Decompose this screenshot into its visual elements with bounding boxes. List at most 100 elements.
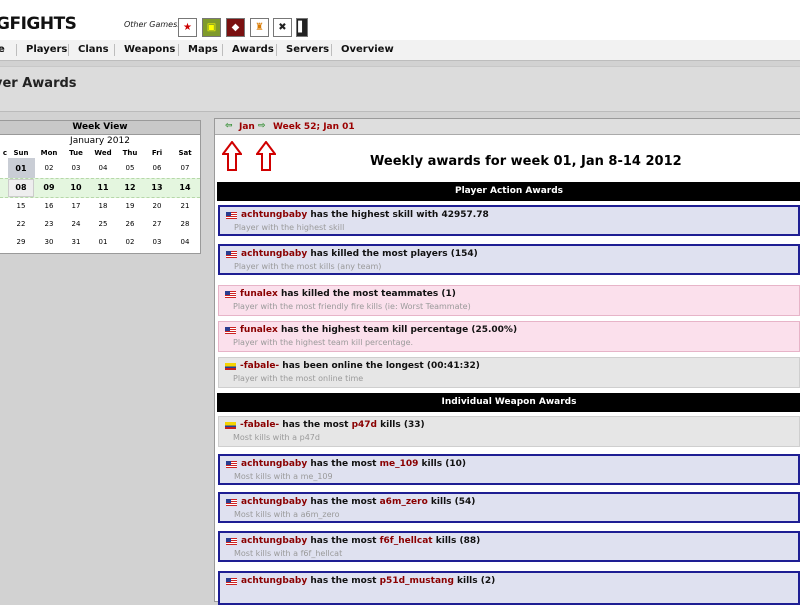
other-games-label: Other Games: xyxy=(124,20,180,29)
calendar-day[interactable]: 30 xyxy=(36,238,62,246)
nav-home[interactable]: e xyxy=(0,44,5,55)
calendar-day[interactable]: 17 xyxy=(63,202,89,210)
calendar-day[interactable]: 18 xyxy=(90,202,116,210)
calendar-day[interactable]: 02 xyxy=(117,238,143,246)
award-description: kills (33) xyxy=(377,420,425,430)
calendar-day[interactable]: 24 xyxy=(63,220,89,228)
award-subtitle: Most kills with a me_109 xyxy=(234,472,333,481)
calendar-day[interactable]: 27 xyxy=(144,220,170,228)
nav-clans[interactable]: Clans xyxy=(78,44,109,55)
award-row: funalex has the highest team kill percen… xyxy=(218,321,800,352)
calendar-month: January 2012 xyxy=(70,136,130,146)
calendar-day[interactable]: 10 xyxy=(63,183,89,192)
prev-week-link[interactable]: Jan xyxy=(239,122,255,132)
calendar-day[interactable]: 04 xyxy=(90,164,116,172)
calendar-day[interactable]: 19 xyxy=(117,202,143,210)
player-link[interactable]: achtungbaby xyxy=(241,576,307,586)
calendar-week-row[interactable]: 15 16 17 18 19 20 21 xyxy=(0,196,200,216)
weapon-link[interactable]: p47d xyxy=(352,420,377,430)
calendar-day[interactable]: 02 xyxy=(36,164,62,172)
us-flag-icon xyxy=(226,499,237,506)
award-subtitle: Player with the most friendly fire kills… xyxy=(233,302,471,311)
nav-overview[interactable]: Overview xyxy=(341,44,394,55)
nav-divider xyxy=(114,44,115,56)
calendar-week-row[interactable]: 01 02 03 04 05 06 07 xyxy=(0,158,200,178)
player-link[interactable]: achtungbaby xyxy=(241,210,307,220)
calendar-day[interactable]: 23 xyxy=(36,220,62,228)
weapon-link[interactable]: a6m_zero xyxy=(380,497,428,507)
us-flag-icon xyxy=(225,291,236,298)
calendar-day[interactable]: 16 xyxy=(36,202,62,210)
award-subtitle: Player with the highest team kill percen… xyxy=(233,338,414,347)
calendar-day[interactable]: 29 xyxy=(8,238,34,246)
award-subtitle: Most kills with a a6m_zero xyxy=(234,510,340,519)
star-game-icon[interactable]: ★ xyxy=(178,18,197,37)
calendar-day[interactable]: 13 xyxy=(144,183,170,192)
calendar-day[interactable]: 21 xyxy=(172,202,198,210)
calendar-day[interactable]: 22 xyxy=(8,220,34,228)
day-name: Thu xyxy=(122,149,138,157)
award-description: has the highest skill with 42957.78 xyxy=(307,210,489,220)
player-link[interactable]: -fabale- xyxy=(240,361,279,371)
calendar-day[interactable]: 01 xyxy=(8,164,34,173)
award-row: -fabale- has been online the longest (00… xyxy=(218,357,800,388)
title-band xyxy=(0,66,800,112)
player-link[interactable]: achtungbaby xyxy=(241,249,307,259)
calendar-day[interactable]: 03 xyxy=(144,238,170,246)
player-link[interactable]: achtungbaby xyxy=(241,536,307,546)
weapon-link[interactable]: me_109 xyxy=(380,459,419,469)
colombia-flag-icon xyxy=(225,363,236,370)
award-text: achtungbaby has killed the most players … xyxy=(241,249,478,259)
calendar-day[interactable]: 08 xyxy=(8,183,34,192)
player-link[interactable]: achtungbaby xyxy=(241,497,307,507)
calendar-week-row[interactable]: 22 23 24 25 26 27 28 xyxy=(0,214,200,234)
calendar-current-week-row[interactable]: 08 09 10 11 12 13 14 xyxy=(0,178,200,198)
helmet-game-icon[interactable]: ♜ xyxy=(250,18,269,37)
calendar-day[interactable]: 20 xyxy=(144,202,170,210)
main-nav: e Players Clans Weapons Maps Awards Serv… xyxy=(0,40,800,61)
nav-awards[interactable]: Awards xyxy=(232,44,274,55)
prev-arrow-icon[interactable]: ⇦ xyxy=(225,121,233,131)
calendar-day[interactable]: 04 xyxy=(172,238,198,246)
calendar-day[interactable]: 11 xyxy=(90,183,116,192)
calendar-day[interactable]: 07 xyxy=(172,164,198,172)
calendar-day[interactable]: 01 xyxy=(90,238,116,246)
award-text: funalex has the highest team kill percen… xyxy=(240,325,517,335)
calendar-week-row[interactable]: 29 30 31 01 02 03 04 xyxy=(0,232,200,252)
award-text: achtungbaby has the most p51d_mustang ki… xyxy=(241,576,495,586)
tank-game-icon[interactable]: ▣ xyxy=(202,18,221,37)
award-subtitle: Player with the highest skill xyxy=(234,223,345,232)
nav-players[interactable]: Players xyxy=(26,44,67,55)
award-description: has the most xyxy=(279,420,352,430)
player-link[interactable]: -fabale- xyxy=(240,420,279,430)
player-link[interactable]: achtungbaby xyxy=(241,459,307,469)
next-week-link[interactable]: Week 52; Jan 01 xyxy=(273,122,355,132)
soldier-game-icon[interactable]: ✖ xyxy=(273,18,292,37)
weapon-link[interactable]: f6f_hellcat xyxy=(380,536,433,546)
calendar-day[interactable]: 09 xyxy=(36,183,62,192)
calendar-day[interactable]: 03 xyxy=(63,164,89,172)
calendar-day[interactable]: 14 xyxy=(172,183,198,192)
weapon-link[interactable]: p51d_mustang xyxy=(380,576,454,586)
day-name: Tue xyxy=(69,149,83,157)
nav-weapons[interactable]: Weapons xyxy=(124,44,175,55)
calendar-day[interactable]: 05 xyxy=(117,164,143,172)
section-header: Individual Weapon Awards xyxy=(217,393,800,412)
calendar-day[interactable]: 26 xyxy=(117,220,143,228)
player-link[interactable]: funalex xyxy=(240,289,278,299)
calendar-day[interactable]: 12 xyxy=(117,183,143,192)
figure-game-icon[interactable]: ▌ xyxy=(296,18,308,37)
red-game-icon[interactable]: ◆ xyxy=(226,18,245,37)
player-link[interactable]: funalex xyxy=(240,325,278,335)
calendar-day[interactable]: 31 xyxy=(63,238,89,246)
site-logo[interactable]: GFIGHTS xyxy=(0,14,77,34)
calendar-day[interactable]: 06 xyxy=(144,164,170,172)
calendar-day[interactable]: 28 xyxy=(172,220,198,228)
nav-servers[interactable]: Servers xyxy=(286,44,329,55)
us-flag-icon xyxy=(226,461,237,468)
calendar-day[interactable]: 25 xyxy=(90,220,116,228)
day-name: Wed xyxy=(94,149,112,157)
calendar-day[interactable]: 15 xyxy=(8,202,34,210)
nav-maps[interactable]: Maps xyxy=(188,44,218,55)
next-arrow-icon[interactable]: ⇨ xyxy=(258,121,266,131)
